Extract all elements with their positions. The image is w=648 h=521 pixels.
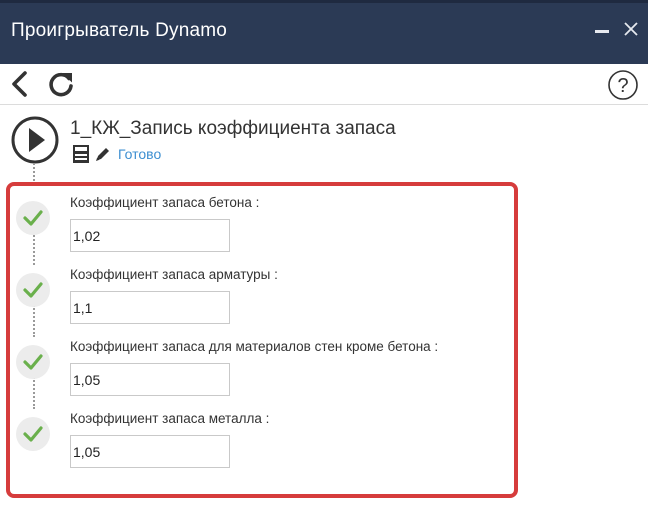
title-bar-top-strip [0, 0, 648, 3]
play-icon [11, 116, 59, 164]
minimize-button[interactable] [591, 16, 613, 42]
check-icon [16, 273, 50, 307]
pencil-icon[interactable] [94, 145, 112, 163]
input-label: Коэффициент запаса бетона : [70, 195, 260, 210]
save-icon[interactable] [72, 144, 90, 164]
script-status: Готово [118, 146, 162, 162]
toolbar: ? [0, 64, 648, 105]
back-button[interactable] [6, 68, 34, 100]
check-icon [16, 345, 50, 379]
script-header: 1_КЖ_Запись коэффициента запаса Готово [10, 115, 630, 175]
refresh-button[interactable] [44, 68, 78, 100]
help-button[interactable]: ? [607, 69, 639, 101]
input-label: Коэффициент запаса металла : [70, 411, 270, 426]
script-name: 1_КЖ_Запись коэффициента запаса [70, 118, 396, 139]
help-glyph: ? [617, 75, 628, 97]
close-icon [624, 22, 638, 36]
check-icon [16, 417, 50, 451]
script-panel: 1_КЖ_Запись коэффициента запаса Готово К… [0, 105, 648, 521]
refresh-icon [49, 72, 73, 97]
title-bar: Проигрыватель Dynamo [0, 0, 648, 64]
concrete-factor-input[interactable] [70, 219, 230, 252]
minimize-icon [595, 30, 609, 33]
check-icon [16, 201, 50, 235]
input-group: Коэффициент запаса бетона : [14, 195, 514, 265]
chevron-left-icon [12, 71, 27, 97]
rebar-factor-input[interactable] [70, 291, 230, 324]
metal-factor-input[interactable] [70, 435, 230, 468]
dynamo-player-window: Проигрыватель Dynamo ? 1_КЖ_Запись коэфф… [0, 0, 648, 521]
play-button[interactable] [10, 115, 59, 164]
input-group: Коэффициент запаса для материалов стен к… [14, 339, 514, 409]
input-group: Коэффициент запаса металла : [14, 411, 514, 481]
input-group: Коэффициент запаса арматуры : [14, 267, 514, 337]
input-label: Коэффициент запаса для материалов стен к… [70, 339, 439, 354]
window-title: Проигрыватель Dynamo [11, 20, 228, 41]
help-icon: ? [608, 70, 638, 100]
input-label: Коэффициент запаса арматуры : [70, 267, 278, 282]
close-button[interactable] [620, 16, 642, 42]
wall-materials-factor-input[interactable] [70, 363, 230, 396]
script-status-row: Готово [72, 143, 161, 165]
